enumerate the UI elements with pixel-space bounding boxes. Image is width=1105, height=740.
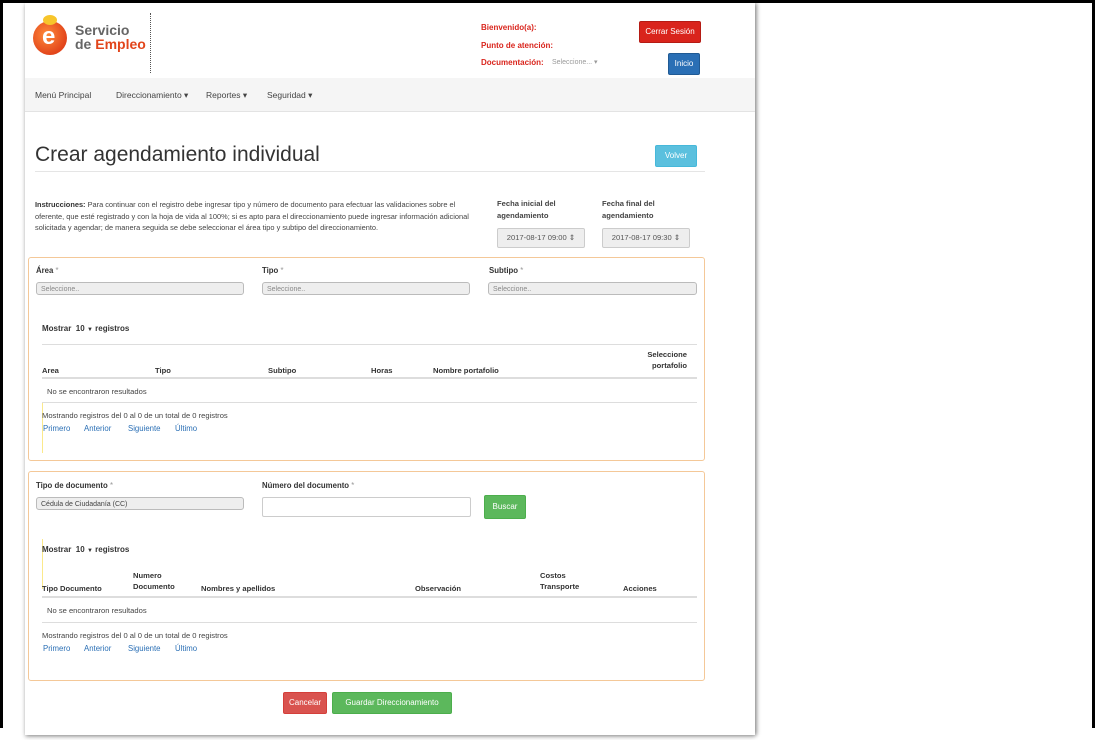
main-navbar: Menú Principal Direccionamiento ▾ Report… (25, 78, 755, 112)
table-top-rule (42, 344, 697, 345)
column-header-names[interactable]: Nombres y apellidos (201, 583, 275, 594)
page-size-control[interactable]: Mostrar 10 ▼ registros (42, 324, 129, 333)
pagination-previous[interactable]: Anterior (84, 424, 111, 433)
pagination-last[interactable]: Último (175, 644, 197, 653)
start-date-field[interactable]: 2017-08-17 09:00 ⇕ (497, 228, 585, 248)
logo-text-line1: Servicio (75, 22, 130, 38)
app-window: e Servicio de Empleo Bienvenido(a): Punt… (25, 3, 755, 735)
documentation-select[interactable]: Seleccione... ▾ (552, 58, 598, 66)
start-date-label: Fecha inicial del agendamiento (497, 199, 556, 220)
end-date-label: Fecha final del agendamiento (602, 199, 655, 220)
column-header-tipo[interactable]: Tipo (155, 365, 171, 376)
header-divider (150, 13, 151, 73)
empty-results-text: No se encontraron resultados (47, 606, 147, 615)
attention-point-label: Punto de atención: (481, 41, 553, 50)
column-header-observation[interactable]: Observación (415, 583, 461, 594)
nav-item-direccionamiento[interactable]: Direccionamiento ▾ (116, 90, 188, 101)
home-button[interactable]: Inicio (668, 53, 700, 75)
column-header-area[interactable]: Area (42, 365, 59, 376)
table-info-text: Mostrando registros del 0 al 0 de un tot… (42, 411, 228, 420)
spinner-icon: ⇕ (673, 233, 681, 242)
spinner-icon: ⇕ (568, 233, 576, 242)
chevron-down-icon: ▾ (594, 59, 598, 66)
column-header-select-portfolio[interactable]: Seleccione portafolio (639, 349, 687, 371)
table-bottom-rule (42, 402, 697, 403)
save-routing-button[interactable]: Guardar Direccionamiento (332, 692, 452, 714)
subtipo-label: Subtipo * (489, 266, 524, 275)
nav-item-seguridad[interactable]: Seguridad ▾ (267, 90, 312, 101)
caret-down-icon: ▼ (86, 548, 93, 554)
page-title: Crear agendamiento individual (35, 143, 320, 166)
caret-down-icon: ▼ (86, 327, 93, 333)
nav-item-reportes[interactable]: Reportes ▾ (206, 90, 247, 101)
pagination-previous[interactable]: Anterior (84, 644, 111, 653)
title-divider (35, 171, 705, 172)
tipo-select[interactable]: Seleccione.. (262, 282, 470, 295)
table-info-text: Mostrando registros del 0 al 0 de un tot… (42, 631, 228, 640)
caret-down-icon: ▾ (242, 90, 248, 100)
column-header-transport-costs[interactable]: Costos Transporte (540, 570, 579, 592)
back-button[interactable]: Volver (655, 145, 697, 167)
area-select[interactable]: Seleccione.. (36, 282, 244, 295)
table-bottom-rule (42, 622, 697, 623)
pagination-next[interactable]: Siguiente (128, 644, 161, 653)
cancel-button[interactable]: Cancelar (283, 692, 327, 714)
pagination-last[interactable]: Último (175, 424, 197, 433)
document-number-input[interactable] (262, 497, 471, 517)
empty-results-text: No se encontraron resultados (47, 387, 147, 396)
page-size-control[interactable]: Mostrar 10 ▼ registros (42, 545, 129, 554)
document-type-select[interactable]: Cédula de Ciudadanía (CC) (36, 497, 244, 510)
documentation-label: Documentación: (481, 58, 544, 67)
logo-letter: e (42, 23, 56, 50)
caret-down-icon: ▾ (184, 90, 189, 100)
area-label: Área * (36, 266, 59, 275)
tipo-label: Tipo * (262, 266, 284, 275)
pagination-first[interactable]: Primero (43, 644, 70, 653)
subtipo-select[interactable]: Seleccione.. (488, 282, 697, 295)
nav-item-main-menu[interactable]: Menú Principal (35, 90, 91, 100)
column-header-subtipo[interactable]: Subtipo (268, 365, 296, 376)
column-header-portfolio-name[interactable]: Nombre portafolio (433, 365, 499, 376)
column-header-horas[interactable]: Horas (371, 365, 393, 376)
pagination-first[interactable]: Primero (43, 424, 70, 433)
column-header-document-number[interactable]: Numero Documento (133, 570, 175, 592)
search-button[interactable]: Buscar (484, 495, 526, 519)
welcome-label: Bienvenido(a): (481, 23, 537, 32)
header: e Servicio de Empleo Bienvenido(a): Punt… (25, 3, 755, 78)
pagination-next[interactable]: Siguiente (128, 424, 161, 433)
logo[interactable]: e Servicio de Empleo (33, 15, 153, 65)
table-header-rule (42, 377, 697, 379)
end-date-field[interactable]: 2017-08-17 09:30 ⇕ (602, 228, 690, 248)
document-number-label: Número del documento * (262, 481, 355, 490)
document-type-label: Tipo de documento * (36, 481, 113, 490)
column-header-document-type[interactable]: Tipo Documento (42, 583, 102, 594)
logo-text-line2: de Empleo (75, 36, 146, 52)
table-header-rule (42, 596, 697, 598)
column-header-actions[interactable]: Acciones (623, 583, 657, 594)
caret-down-icon: ▾ (308, 90, 313, 100)
instructions-text: Instrucciones: Para continuar con el reg… (35, 200, 469, 232)
logout-button[interactable]: Cerrar Sesión (639, 21, 701, 43)
